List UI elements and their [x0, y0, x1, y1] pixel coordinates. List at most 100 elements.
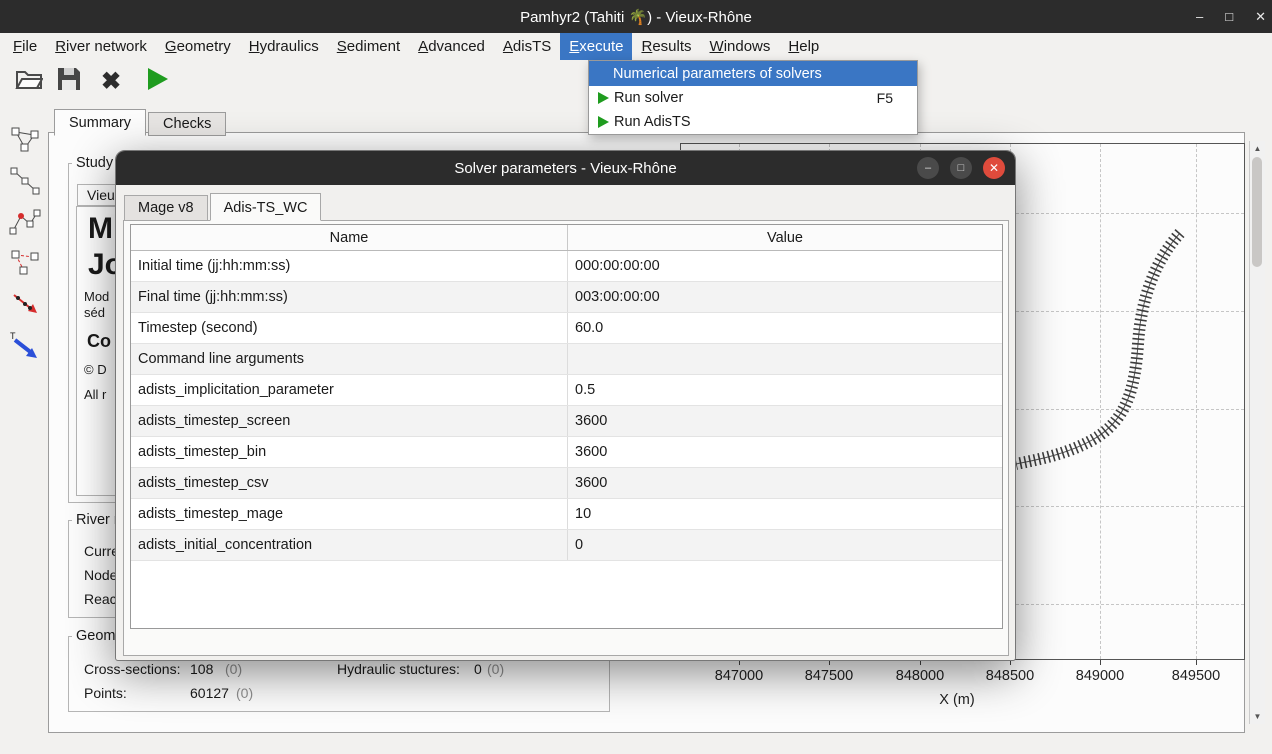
menu-item-numerical-parameters-of-solvers[interactable]: Numerical parameters of solvers — [589, 61, 917, 86]
x-tick-mark — [1100, 660, 1101, 665]
scroll-down-icon[interactable]: ▼ — [1250, 712, 1265, 721]
scrollbar-thumb[interactable] — [1252, 157, 1262, 267]
x-tick-label: 847000 — [709, 668, 769, 684]
menu-sediment[interactable]: Sediment — [328, 33, 409, 60]
study-text-fragment: Mod — [84, 289, 109, 304]
close-icon[interactable]: ✕ — [1255, 9, 1266, 25]
param-name-cell[interactable]: adists_timestep_bin — [131, 437, 568, 467]
hydraulic-structures-value: 0 — [474, 661, 482, 677]
reach-profile-icon[interactable] — [8, 165, 42, 196]
table-body: Initial time (jj:hh:mm:ss)000:00:00:00Fi… — [131, 251, 1002, 561]
tab-mage-v8-label: Mage v8 — [138, 200, 194, 216]
column-header-name[interactable]: Name — [131, 225, 568, 250]
param-row: adists_timestep_screen3600 — [131, 406, 1002, 437]
param-name-cell[interactable]: adists_initial_concentration — [131, 530, 568, 560]
x-tick-mark — [1196, 660, 1197, 665]
play-icon — [598, 92, 610, 104]
copyright-fragment: © D — [84, 362, 107, 377]
x-tick-label: 847500 — [799, 668, 859, 684]
x-tick-label: 849000 — [1070, 668, 1130, 684]
menu-geometry[interactable]: Geometry — [156, 33, 240, 60]
param-value-cell[interactable]: 0 — [568, 530, 1002, 560]
param-value-cell[interactable]: 60.0 — [568, 313, 1002, 343]
blue-arrow-icon[interactable]: T — [8, 329, 42, 360]
nodes-label: Node — [84, 567, 117, 583]
menu-advanced[interactable]: Advanced — [409, 33, 494, 60]
save-button[interactable] — [52, 64, 86, 98]
param-name-cell[interactable]: adists_implicitation_parameter — [131, 375, 568, 405]
param-name-cell[interactable]: adists_timestep_mage — [131, 499, 568, 529]
param-row: adists_initial_concentration0 — [131, 530, 1002, 561]
open-button[interactable] — [12, 64, 46, 98]
column-header-value[interactable]: Value — [568, 225, 1002, 250]
dialog-maximize-icon[interactable]: □ — [950, 157, 972, 179]
param-value-cell[interactable] — [568, 344, 1002, 374]
title-bar[interactable]: Pamhyr2 (Tahiti 🌴) - Vieux-Rhône – □ ✕ — [0, 0, 1272, 33]
menu-results[interactable]: Results — [632, 33, 700, 60]
svg-text:T: T — [10, 331, 16, 341]
parameters-table: Name Value Initial time (jj:hh:mm:ss)000… — [130, 224, 1003, 629]
solver-parameters-dialog: Solver parameters - Vieux-Rhône – □ ✕ Ma… — [115, 150, 1016, 661]
cross-section-icon[interactable] — [8, 206, 42, 237]
vertical-scrollbar[interactable]: ▲ ▼ — [1249, 141, 1265, 724]
red-arrow-icon[interactable] — [8, 288, 42, 319]
tab-mage-v8[interactable]: Mage v8 — [124, 195, 208, 221]
param-row: Initial time (jj:hh:mm:ss)000:00:00:00 — [131, 251, 1002, 282]
param-row: Command line arguments — [131, 344, 1002, 375]
dialog-close-icon[interactable]: ✕ — [983, 157, 1005, 179]
minimize-icon[interactable]: – — [1196, 9, 1203, 24]
menu-hydraulics[interactable]: Hydraulics — [240, 33, 328, 60]
menu-adists[interactable]: AdisTS — [494, 33, 560, 60]
param-value-cell[interactable]: 3600 — [568, 468, 1002, 498]
points-extra: (0) — [236, 685, 253, 701]
param-value-cell[interactable]: 3600 — [568, 437, 1002, 467]
param-value-cell[interactable]: 10 — [568, 499, 1002, 529]
hydraulic-structures-extra: (0) — [487, 661, 504, 677]
menu-item-label: Run AdisTS — [614, 114, 691, 130]
menu-river-network[interactable]: River network — [46, 33, 156, 60]
param-name-cell[interactable]: Timestep (second) — [131, 313, 568, 343]
app-window: Pamhyr2 (Tahiti 🌴) - Vieux-Rhône – □ ✕ F… — [0, 0, 1272, 754]
tab-adis-ts-wc[interactable]: Adis-TS_WC — [210, 193, 322, 221]
menu-windows[interactable]: Windows — [701, 33, 780, 60]
menu-file[interactable]: File — [4, 33, 46, 60]
x-tick-label: 848500 — [980, 668, 1040, 684]
window-title: Pamhyr2 (Tahiti 🌴) - Vieux-Rhône — [520, 8, 752, 26]
open-folder-icon — [15, 67, 43, 96]
study-group-label: Study — [72, 155, 117, 171]
execute-menu: Numerical parameters of solversRun solve… — [588, 60, 918, 135]
dialog-minimize-icon[interactable]: – — [917, 157, 939, 179]
param-value-cell[interactable]: 3600 — [568, 406, 1002, 436]
menu-item-run-solver[interactable]: Run solverF5 — [589, 86, 917, 110]
x-tick-label: 848000 — [890, 668, 950, 684]
tab-summary[interactable]: Summary — [54, 109, 146, 136]
points-value: 60127 — [190, 685, 229, 701]
network-dashed-icon[interactable] — [8, 247, 42, 278]
save-floppy-icon — [56, 66, 82, 97]
menu-execute[interactable]: Execute — [560, 33, 632, 60]
table-header-row: Name Value — [131, 225, 1002, 251]
river-network-icon[interactable] — [8, 124, 42, 155]
close-study-button[interactable]: ✖ — [94, 64, 128, 98]
param-value-cell[interactable]: 000:00:00:00 — [568, 251, 1002, 281]
run-button[interactable] — [140, 64, 174, 98]
tab-checks[interactable]: Checks — [148, 112, 226, 136]
param-name-cell[interactable]: Initial time (jj:hh:mm:ss) — [131, 251, 568, 281]
x-axis-label: X (m) — [927, 692, 987, 708]
x-tick-label: 849500 — [1166, 668, 1226, 684]
maximize-icon[interactable]: □ — [1225, 9, 1233, 24]
param-name-cell[interactable]: Final time (jj:hh:mm:ss) — [131, 282, 568, 312]
scroll-up-icon[interactable]: ▲ — [1250, 144, 1265, 153]
param-row: adists_implicitation_parameter0.5 — [131, 375, 1002, 406]
menu-item-run-adists[interactable]: Run AdisTS — [589, 110, 917, 134]
param-name-cell[interactable]: Command line arguments — [131, 344, 568, 374]
dialog-title-bar[interactable]: Solver parameters - Vieux-Rhône – □ ✕ — [116, 151, 1015, 185]
study-subheading-fragment: Co — [87, 331, 111, 352]
close-study-icon: ✖ — [101, 67, 121, 96]
menu-help[interactable]: Help — [779, 33, 828, 60]
param-value-cell[interactable]: 0.5 — [568, 375, 1002, 405]
param-name-cell[interactable]: adists_timestep_csv — [131, 468, 568, 498]
param-value-cell[interactable]: 003:00:00:00 — [568, 282, 1002, 312]
param-name-cell[interactable]: adists_timestep_screen — [131, 406, 568, 436]
study-heading-fragment: M — [88, 212, 113, 246]
